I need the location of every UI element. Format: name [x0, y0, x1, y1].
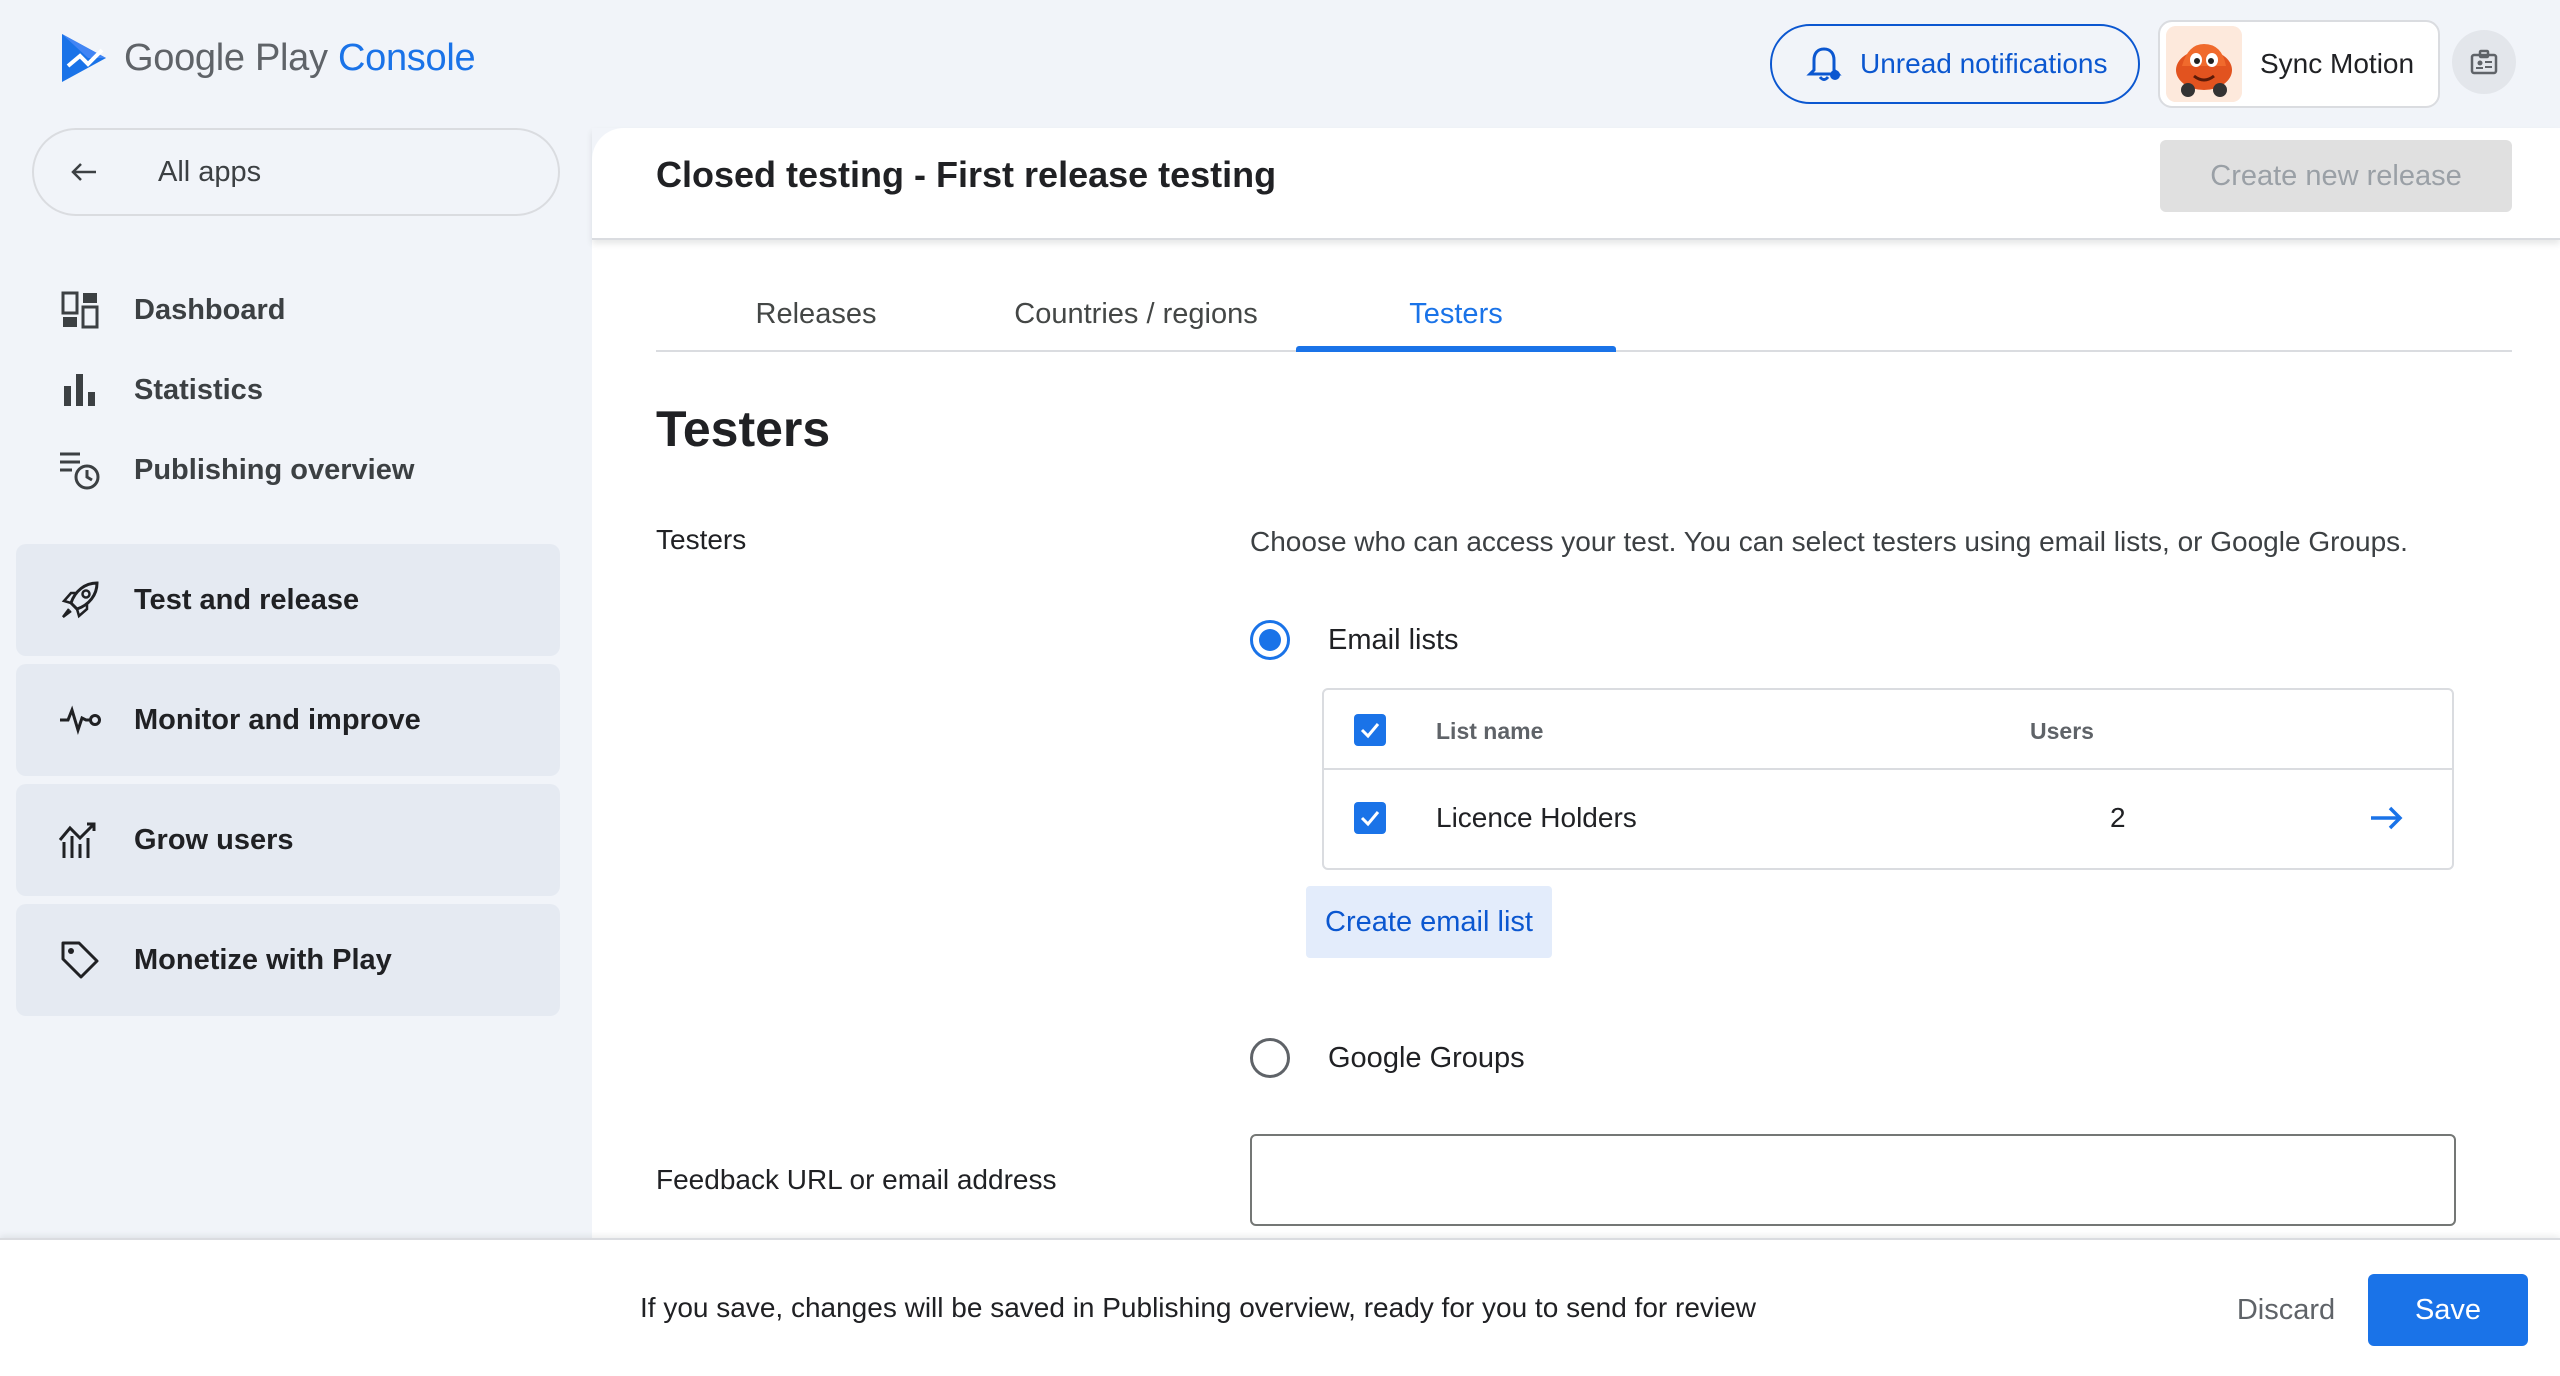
checkmark-icon	[1360, 723, 1380, 739]
section-heading-testers: Testers	[656, 401, 831, 457]
sidebar-section-label: Grow users	[134, 823, 294, 856]
developer-account-button[interactable]	[2452, 30, 2516, 94]
sidebar-section-label: Monitor and improve	[134, 703, 421, 736]
sidebar-item-dashboard[interactable]: Dashboard	[58, 288, 285, 332]
google-play-console-logo[interactable]: Google Play Console	[58, 32, 476, 84]
create-new-release-button[interactable]: Create new release	[2160, 140, 2512, 212]
google-groups-radio[interactable]	[1250, 1038, 1290, 1078]
sidebar-item-publishing-overview[interactable]: Publishing overview	[58, 448, 414, 492]
table-row: Licence Holders 2	[1324, 770, 2452, 868]
select-all-checkbox[interactable]	[1354, 714, 1386, 746]
all-apps-button[interactable]: All apps	[32, 128, 560, 216]
main-content: Closed testing - First release testing C…	[592, 128, 2560, 1248]
tag-icon	[58, 938, 102, 982]
badge-icon	[2462, 40, 2506, 84]
tab-releases[interactable]: Releases	[656, 278, 976, 350]
checkmark-icon	[1360, 811, 1380, 827]
growth-icon	[58, 818, 102, 862]
google-groups-label: Google Groups	[1328, 1041, 1525, 1074]
account-switcher[interactable]: Sync Motion	[2158, 20, 2440, 108]
column-header-list-name: List name	[1436, 718, 1544, 744]
tab-testers[interactable]: Testers	[1296, 278, 1616, 352]
create-email-list-button[interactable]: Create email list	[1306, 886, 1552, 958]
dashboard-icon	[58, 288, 102, 332]
page-title: Closed testing - First release testing	[656, 154, 1277, 195]
logo-text-console: Console	[337, 36, 476, 79]
sidebar-section-label: Monetize with Play	[134, 943, 392, 976]
developer-avatar	[2166, 26, 2242, 102]
arrow-forward-icon[interactable]	[2364, 796, 2408, 840]
email-lists-label: Email lists	[1328, 623, 1459, 656]
discard-button[interactable]: Discard	[2220, 1276, 2352, 1344]
google-groups-option[interactable]: Google Groups	[1250, 1038, 1525, 1078]
save-button[interactable]: Save	[2368, 1274, 2528, 1346]
notifications-label: Unread notifications	[1860, 48, 2108, 79]
sidebar-item-label: Dashboard	[134, 293, 286, 326]
email-lists-radio[interactable]	[1250, 620, 1290, 660]
logo-text-google-play: Google Play	[124, 36, 328, 79]
bell-icon	[1802, 42, 1846, 86]
play-console-logo-icon	[58, 32, 110, 84]
back-arrow-icon	[62, 150, 106, 194]
table-header: List name Users	[1324, 690, 2452, 770]
email-lists-table: List name Users Licence Holders 2	[1322, 688, 2454, 870]
testers-description: Choose who can access your test. You can…	[1250, 526, 2408, 557]
rocket-icon	[58, 578, 102, 622]
account-name: Sync Motion	[2260, 48, 2415, 79]
sidebar-item-label: Statistics	[134, 373, 263, 406]
all-apps-label: All apps	[158, 155, 262, 188]
vitals-icon	[58, 698, 102, 742]
sidebar-section-monitor-and-improve[interactable]: Monitor and improve	[16, 664, 560, 776]
list-name-cell: Licence Holders	[1436, 802, 1637, 833]
users-count-cell: 2	[2110, 802, 2126, 833]
tab-bar: Releases Countries / regions Testers	[656, 278, 2512, 352]
sidebar-item-statistics[interactable]: Statistics	[58, 368, 263, 412]
email-lists-option[interactable]: Email lists	[1250, 620, 1459, 660]
column-header-users: Users	[2030, 718, 2094, 744]
publishing-overview-icon	[58, 448, 102, 492]
sidebar-section-grow-users[interactable]: Grow users	[16, 784, 560, 896]
sidebar-item-label: Publishing overview	[134, 453, 415, 486]
tab-countries-regions[interactable]: Countries / regions	[976, 278, 1296, 350]
save-bar-message: If you save, changes will be saved in Pu…	[640, 1292, 1756, 1323]
sidebar-section-test-and-release[interactable]: Test and release	[16, 544, 560, 656]
feedback-label: Feedback URL or email address	[656, 1164, 1057, 1195]
sidebar-section-label: Test and release	[134, 583, 360, 616]
page-title-bar: Closed testing - First release testing C…	[592, 128, 2560, 240]
bar-chart-icon	[58, 368, 102, 412]
testers-row-label: Testers	[656, 524, 747, 555]
save-bar: If you save, changes will be saved in Pu…	[0, 1238, 2560, 1376]
sidebar-section-monetize-with-play[interactable]: Monetize with Play	[16, 904, 560, 1016]
row-checkbox[interactable]	[1354, 802, 1386, 834]
feedback-url-input[interactable]	[1250, 1134, 2456, 1226]
unread-notifications-button[interactable]: Unread notifications	[1770, 24, 2140, 104]
